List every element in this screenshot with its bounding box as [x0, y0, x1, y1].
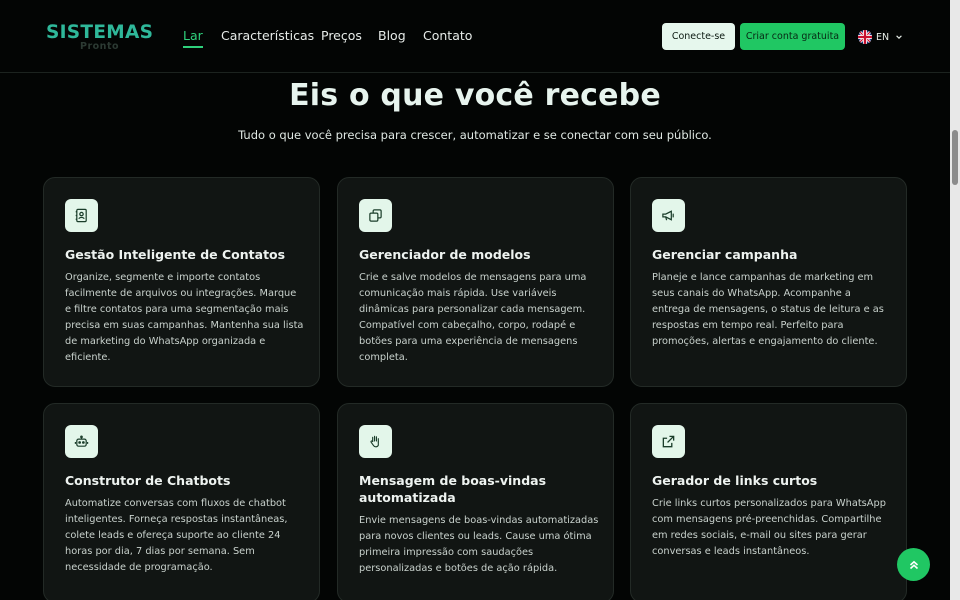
top-navbar: SISTEMAS Pronto Lar Características Preç… — [0, 0, 950, 73]
brand-tagline: Pronto — [80, 41, 120, 52]
scrollbar-thumb[interactable] — [952, 130, 958, 185]
feature-title: Gerador de links curtos — [652, 473, 818, 488]
feature-description: Automatize conversas com fluxos de chatb… — [65, 498, 288, 573]
feature-card-shortlinks: Gerador de links curtos Crie links curto… — [630, 403, 907, 600]
section-title: Eis o que você recebe — [289, 78, 661, 113]
nav-item-lar[interactable]: Lar — [183, 28, 203, 48]
language-selector[interactable]: EN — [858, 29, 903, 45]
waving-hand-icon — [359, 425, 392, 458]
feature-description: Crie links curtos personalizados para Wh… — [652, 498, 886, 557]
contacts-icon — [65, 199, 98, 232]
feature-title: Gestão Inteligente de Contatos — [65, 247, 286, 262]
section-subtitle: Tudo o que você precisa para crescer, au… — [238, 128, 712, 142]
nav-item-caracteristicas[interactable]: Características — [221, 28, 314, 43]
feature-card-welcome: Mensagem de boas-vindas automatizada Env… — [337, 403, 614, 600]
feature-description: Planeje e lance campanhas de marketing e… — [652, 272, 884, 347]
robot-icon — [65, 425, 98, 458]
signup-button[interactable]: Criar conta gratuita — [740, 23, 845, 50]
double-chevron-up-icon — [909, 560, 918, 569]
feature-card-campaign: Gerenciar campanha Planeje e lance campa… — [630, 177, 907, 387]
nav-item-precos[interactable]: Preços — [321, 28, 362, 43]
external-link-icon — [652, 425, 685, 458]
feature-title: Gerenciar campanha — [652, 247, 798, 262]
feature-title: Gerenciador de modelos — [359, 247, 531, 262]
megaphone-icon — [652, 199, 685, 232]
feature-description: Crie e salve modelos de mensagens para u… — [359, 272, 587, 363]
feature-title: Mensagem de boas-vindas automatizada — [359, 473, 547, 505]
copy-icon — [359, 199, 392, 232]
feature-card-templates: Gerenciador de modelos Crie e salve mode… — [337, 177, 614, 387]
feature-title: Construtor de Chatbots — [65, 473, 231, 488]
nav-item-blog[interactable]: Blog — [378, 28, 406, 43]
page-scrollbar[interactable] — [950, 0, 960, 600]
feature-card-chatbot: Construtor de Chatbots Automatize conver… — [43, 403, 320, 600]
uk-flag-icon — [858, 30, 872, 44]
feature-card-contacts: Gestão Inteligente de Contatos Organize,… — [43, 177, 320, 387]
login-button[interactable]: Conecte-se — [662, 23, 735, 50]
brand-name: SISTEMAS — [46, 22, 154, 43]
brand-logo[interactable]: SISTEMAS Pronto — [46, 22, 156, 56]
chevron-down-icon — [896, 35, 902, 39]
back-to-top-button[interactable] — [897, 548, 930, 581]
feature-description: Envie mensagens de boas-vindas automatiz… — [359, 515, 599, 574]
language-code: EN — [876, 31, 890, 43]
nav-item-contato[interactable]: Contato — [423, 28, 472, 43]
feature-description: Organize, segmente e importe contatos fa… — [65, 272, 304, 363]
